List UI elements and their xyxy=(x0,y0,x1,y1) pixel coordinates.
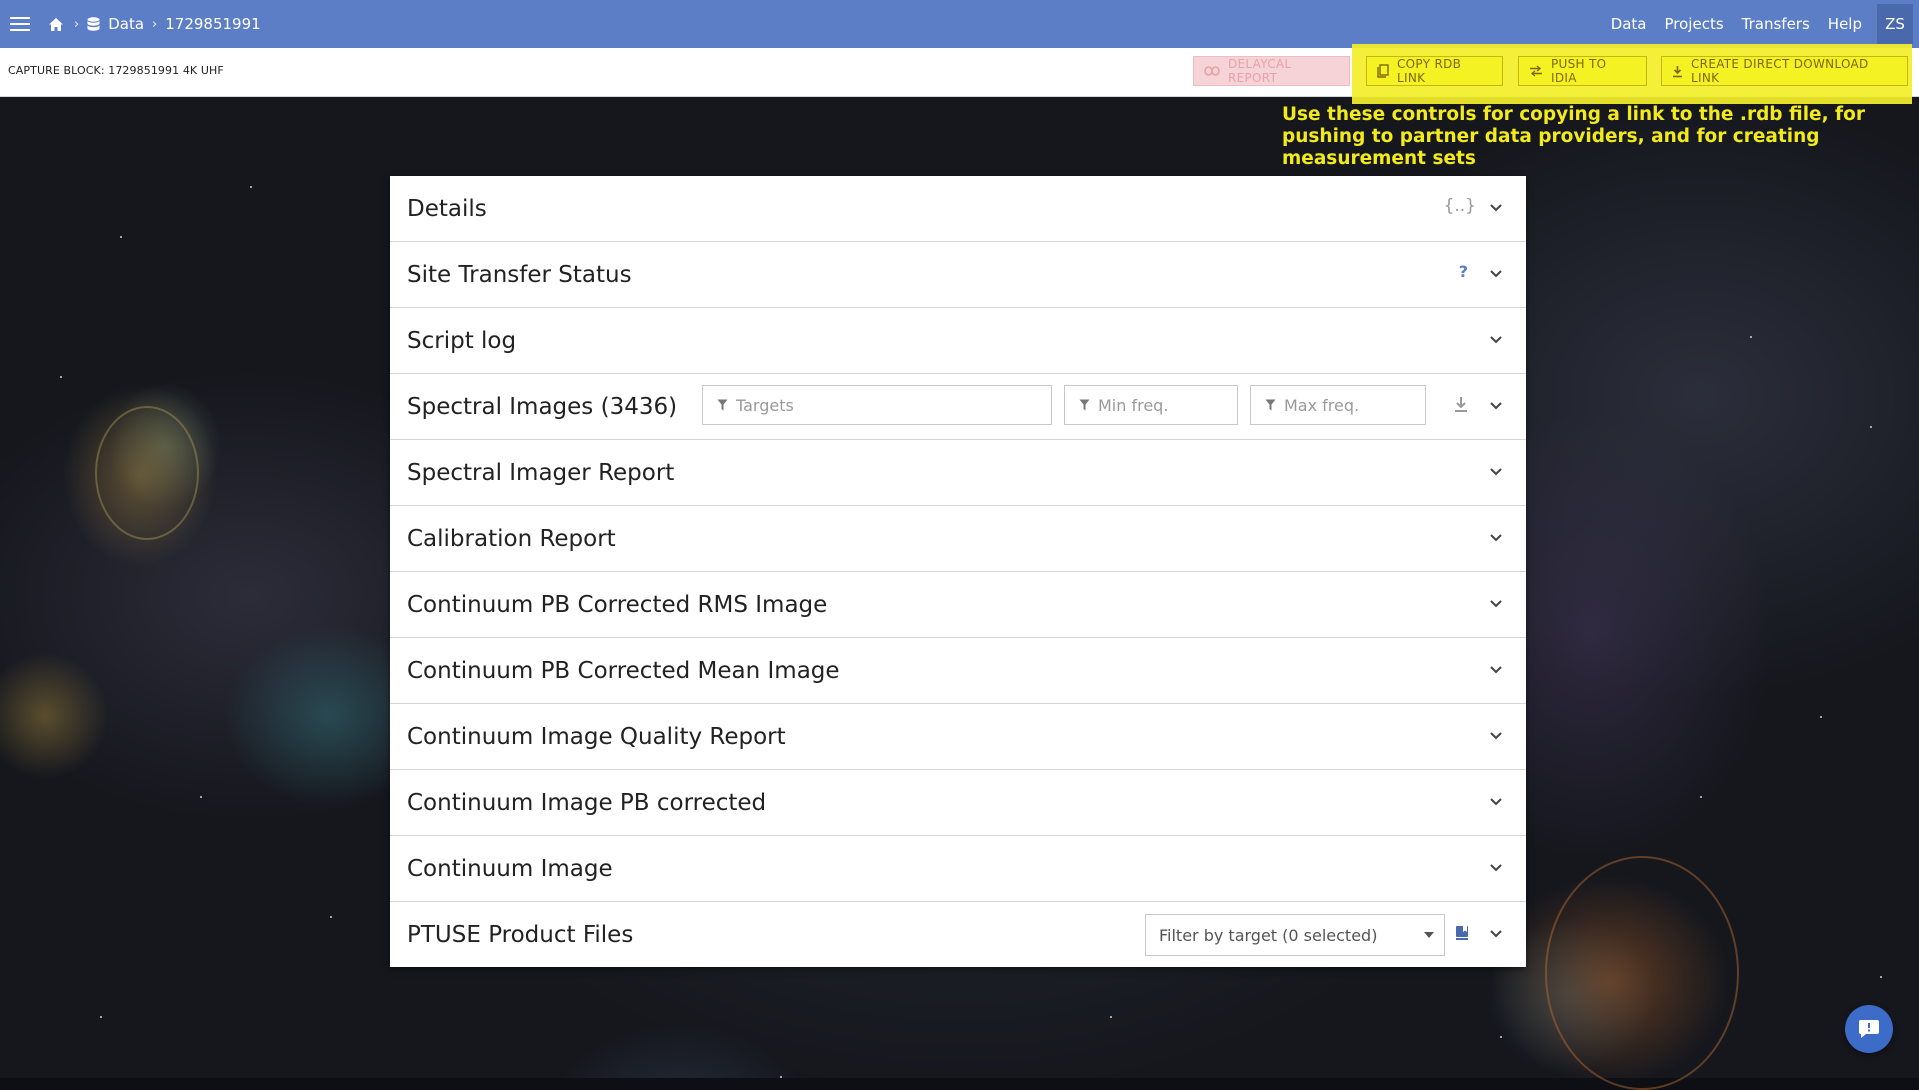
panel-title: Script log xyxy=(407,327,517,354)
star xyxy=(200,796,202,798)
panel-title: Calibration Report xyxy=(407,525,616,552)
create-direct-download-link-button[interactable]: CREATE DIRECT DOWNLOAD LINK xyxy=(1661,56,1908,86)
nav-link-data[interactable]: Data xyxy=(1611,15,1647,33)
chevron-down-icon[interactable] xyxy=(1488,860,1504,876)
panel-continuum-image-pb-corrected[interactable]: Continuum Image PB corrected xyxy=(390,770,1526,836)
panel-site-transfer-status[interactable]: Site Transfer Status ? xyxy=(390,242,1526,308)
breadcrumb-data-label: Data xyxy=(108,15,145,33)
create-direct-download-link-label: CREATE DIRECT DOWNLOAD LINK xyxy=(1691,57,1869,85)
chevron-down-icon[interactable] xyxy=(1488,530,1504,546)
copy-rdb-link-label: COPY RDB LINK xyxy=(1397,57,1462,85)
star xyxy=(250,186,252,188)
panel-continuum-image-quality-report[interactable]: Continuum Image Quality Report xyxy=(390,704,1526,770)
chevron-down-icon[interactable] xyxy=(1488,200,1504,216)
page-title: CAPTURE BLOCK: 1729851991 4K UHF xyxy=(8,64,224,77)
panel-title: Details xyxy=(407,195,487,222)
panel-title: Continuum PB Corrected Mean Image xyxy=(407,657,840,684)
panel-title: Continuum Image Quality Report xyxy=(407,723,786,750)
panel-title: Continuum Image PB corrected xyxy=(407,789,767,816)
targets-placeholder: Targets xyxy=(736,395,794,415)
chevron-down-icon[interactable] xyxy=(1488,728,1504,744)
push-to-idia-label: PUSH TO IDIA xyxy=(1551,57,1607,85)
annotation-callout: Use these controls for copying a link to… xyxy=(1282,104,1865,169)
download-icon[interactable] xyxy=(1454,396,1468,417)
swap-icon xyxy=(1529,65,1551,77)
star xyxy=(1750,336,1752,338)
panel-continuum-pb-corrected-mean-image[interactable]: Continuum PB Corrected Mean Image xyxy=(390,638,1526,704)
home-icon[interactable] xyxy=(48,17,64,32)
star xyxy=(1880,976,1882,978)
panel-continuum-pb-corrected-rms-image[interactable]: Continuum PB Corrected RMS Image xyxy=(390,572,1526,638)
breadcrumb-separator: › xyxy=(74,16,80,32)
breadcrumb-separator: › xyxy=(152,16,158,32)
panel-title: Spectral Imager Report xyxy=(407,459,675,486)
database-icon xyxy=(87,16,100,32)
star xyxy=(330,916,332,918)
chevron-down-icon[interactable] xyxy=(1488,332,1504,348)
nebula-ring xyxy=(1545,856,1739,1090)
targets-filter-input[interactable]: Targets xyxy=(702,385,1052,425)
filter-icon xyxy=(1079,399,1098,411)
filter-icon xyxy=(1265,399,1284,411)
panel-spectral-images[interactable]: Spectral Images (3436) Targets Min freq.… xyxy=(390,374,1526,440)
panel-title: Site Transfer Status xyxy=(407,261,632,288)
star xyxy=(1700,796,1702,798)
chat-icon xyxy=(1858,1018,1880,1040)
star xyxy=(100,1016,102,1018)
star xyxy=(1870,426,1872,428)
download-icon xyxy=(1672,65,1691,78)
star xyxy=(1110,1016,1112,1018)
chevron-down-icon[interactable] xyxy=(1488,266,1504,282)
nav-link-projects[interactable]: Projects xyxy=(1665,15,1724,33)
delaycal-report-button[interactable]: DELAYCAL REPORT xyxy=(1193,56,1350,86)
accordion-panels: Details {..} Site Transfer Status ? Scri… xyxy=(390,176,1526,967)
push-to-idia-button[interactable]: PUSH TO IDIA xyxy=(1518,56,1647,86)
chevron-down-icon[interactable] xyxy=(1488,662,1504,678)
panel-title: Continuum Image xyxy=(407,855,613,882)
chat-button[interactable] xyxy=(1845,1005,1893,1053)
caret-down-icon xyxy=(1424,932,1434,938)
link-icon xyxy=(1204,66,1228,76)
filter-icon xyxy=(717,399,736,411)
panel-details[interactable]: Details {..} xyxy=(390,176,1526,242)
panel-spectral-imager-report[interactable]: Spectral Imager Report xyxy=(390,440,1526,506)
min-freq-placeholder: Min freq. xyxy=(1098,395,1169,415)
star xyxy=(1820,716,1822,718)
max-freq-input[interactable]: Max freq. xyxy=(1250,385,1426,425)
nebula-ring xyxy=(95,406,199,540)
star xyxy=(1500,1036,1502,1038)
panel-script-log[interactable]: Script log xyxy=(390,308,1526,374)
target-filter-value: Filter by target (0 selected) xyxy=(1159,925,1378,945)
menu-icon[interactable] xyxy=(10,17,30,31)
top-navbar: › Data › 1729851991 Data Projects Transf… xyxy=(0,0,1919,48)
copy-icon xyxy=(1377,64,1397,78)
chevron-down-icon[interactable] xyxy=(1488,464,1504,480)
star xyxy=(120,236,122,238)
nav-link-transfers[interactable]: Transfers xyxy=(1742,15,1810,33)
min-freq-input[interactable]: Min freq. xyxy=(1064,385,1238,425)
chevron-down-icon[interactable] xyxy=(1488,794,1504,810)
panel-continuum-image[interactable]: Continuum Image xyxy=(390,836,1526,902)
breadcrumb-data[interactable]: Data xyxy=(87,15,144,33)
target-filter-select[interactable]: Filter by target (0 selected) xyxy=(1145,914,1445,956)
star xyxy=(60,376,62,378)
panel-title: Continuum PB Corrected RMS Image xyxy=(407,591,828,618)
max-freq-placeholder: Max freq. xyxy=(1284,395,1360,415)
breadcrumb-id[interactable]: 1729851991 xyxy=(165,15,260,33)
panel-calibration-report[interactable]: Calibration Report xyxy=(390,506,1526,572)
nav-link-help[interactable]: Help xyxy=(1828,15,1862,33)
panel-title: PTUSE Product Files xyxy=(407,921,634,948)
bookmark-icon[interactable] xyxy=(1455,925,1469,945)
panel-title: Spectral Images (3436) xyxy=(407,393,678,420)
json-icon[interactable]: {..} xyxy=(1444,196,1476,216)
chevron-down-icon[interactable] xyxy=(1488,398,1504,414)
chevron-down-icon[interactable] xyxy=(1488,926,1504,942)
avatar[interactable]: ZS xyxy=(1876,4,1913,44)
chevron-down-icon[interactable] xyxy=(1488,596,1504,612)
panel-ptuse-product-files[interactable]: PTUSE Product Files Filter by target (0 … xyxy=(390,902,1526,967)
help-icon[interactable]: ? xyxy=(1459,262,1468,281)
delaycal-report-label: DELAYCAL REPORT xyxy=(1228,57,1292,85)
copy-rdb-link-button[interactable]: COPY RDB LINK xyxy=(1366,56,1503,86)
